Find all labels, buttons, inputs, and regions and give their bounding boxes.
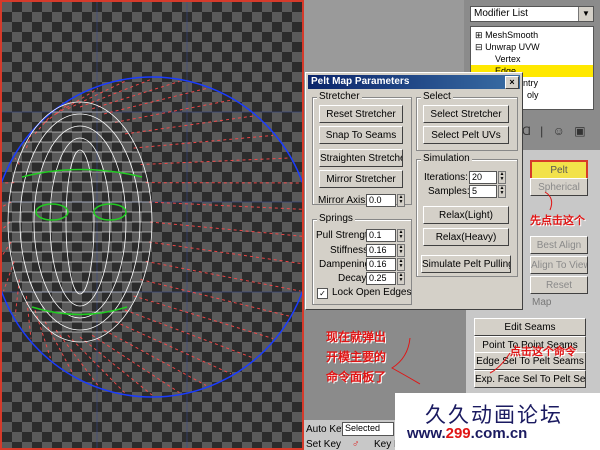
iterations-label: Iterations: (424, 172, 468, 183)
stack-item-label: Vertex (495, 54, 521, 64)
configure-icon[interactable]: ▣ (574, 124, 585, 138)
set-key-icon[interactable]: ♂ (352, 439, 360, 450)
collapse-icon[interactable]: ⊟ (475, 42, 483, 52)
decay-spinner[interactable]: ▲ ▼ (397, 272, 405, 285)
pull-strength-spinner[interactable]: ▲ ▼ (397, 229, 405, 242)
dampening-label: Dampening: (319, 259, 373, 270)
pelt-map-parameters-dialog[interactable]: Pelt Map Parameters × Stretcher Reset St… (305, 72, 523, 310)
pull-strength-field[interactable]: 0.1 (366, 229, 396, 242)
auto-key-label[interactable]: Auto Key (306, 424, 347, 435)
annotation-popup-line3: 命令面板了 (326, 370, 387, 384)
springs-group-label: Springs (317, 213, 355, 224)
watermark-url: www.299.com.cn (407, 425, 528, 442)
stiffness-field[interactable]: 0.16 (366, 244, 396, 257)
samples-spinner[interactable]: ▲ ▼ (498, 185, 506, 198)
annotation-popup-line2: 开模主要的 (326, 350, 387, 364)
pin-icon[interactable]: Ɑ (522, 124, 531, 138)
dialog-titlebar[interactable]: Pelt Map Parameters × (308, 75, 520, 89)
decay-field[interactable]: 0.25 (366, 272, 396, 285)
mirror-axis-label: Mirror Axis: (318, 195, 368, 206)
site-watermark: 久久动画论坛 www.299.com.cn (395, 393, 600, 450)
pelt-wireframe (2, 2, 302, 448)
expand-icon[interactable]: ⊞ (475, 30, 483, 40)
selected-dropdown[interactable]: Selected (342, 422, 394, 436)
modifier-list-dropdown[interactable]: Modifier List ▼ (470, 6, 594, 22)
select-stretcher-button[interactable]: Select Stretcher (423, 105, 509, 123)
stack-item-unwrap-uvw[interactable]: ⊟ Unwrap UVW (471, 41, 593, 53)
iterations-field[interactable]: 20 (469, 171, 497, 184)
show-end-result-icon[interactable]: | (540, 124, 543, 138)
stack-item-label: oly (527, 90, 539, 100)
stack-item-meshsmooth[interactable]: ⊞ MeshSmooth (471, 29, 593, 41)
snap-to-seams-button[interactable]: Snap To Seams (319, 126, 403, 144)
stack-item-vertex[interactable]: Vertex (471, 53, 593, 65)
samples-field[interactable]: 5 (469, 185, 497, 198)
dialog-title: Pelt Map Parameters (311, 76, 410, 87)
straighten-stretcher-button[interactable]: Straighten Stretcher (319, 149, 403, 167)
mirror-axis-field[interactable]: 0.0 (366, 194, 396, 207)
modifier-list-label: Modifier List (474, 8, 528, 19)
mirror-stretcher-button[interactable]: Mirror Stretcher (319, 170, 403, 188)
mirror-axis-spinner[interactable]: ▲ ▼ (397, 194, 405, 207)
stack-item-label: MeshSmooth (485, 30, 539, 40)
pelt-circle (2, 76, 302, 398)
stiffness-spinner[interactable]: ▲ ▼ (397, 244, 405, 257)
simulate-pelt-pulling-button[interactable]: Simulate Pelt Pulling (421, 255, 511, 273)
relax-light-button[interactable]: Relax(Light) (423, 206, 509, 224)
stiffness-label: Stiffness: (330, 245, 371, 256)
close-icon[interactable]: × (505, 76, 519, 89)
stack-item-label: ntry (523, 78, 539, 88)
stretcher-group-label: Stretcher (317, 91, 362, 102)
remove-modifier-icon[interactable]: ☺ (553, 124, 565, 138)
uv-viewport[interactable] (0, 0, 304, 450)
chevron-down-icon[interactable]: ▼ (578, 7, 593, 21)
select-group-label: Select (421, 91, 453, 102)
pelt-button[interactable]: Pelt (530, 160, 588, 180)
lock-open-edges-checkbox[interactable]: ✓ (317, 288, 328, 299)
annotation-popup-line1: 现在就弹出 (326, 330, 387, 344)
relax-heavy-button[interactable]: Relax(Heavy) (423, 228, 509, 246)
stack-toolbar: Ɑ | ☺ ▣ (522, 124, 592, 138)
decay-label: Decay: (338, 273, 370, 284)
set-key-label[interactable]: Set Key (306, 439, 341, 450)
lock-open-edges-label: Lock Open Edges (332, 287, 412, 298)
simulation-group-label: Simulation (421, 153, 472, 164)
reset-stretcher-button[interactable]: Reset Stretcher (319, 105, 403, 123)
viewport-strip (304, 0, 464, 80)
dampening-spinner[interactable]: ▲ ▼ (397, 258, 405, 271)
samples-label: Samples: (428, 186, 470, 197)
stack-item-label: Unwrap UVW (485, 42, 540, 52)
iterations-spinner[interactable]: ▲ ▼ (498, 171, 506, 184)
select-pelt-uvs-button[interactable]: Select Pelt UVs (423, 126, 509, 144)
dampening-field[interactable]: 0.16 (366, 258, 396, 271)
